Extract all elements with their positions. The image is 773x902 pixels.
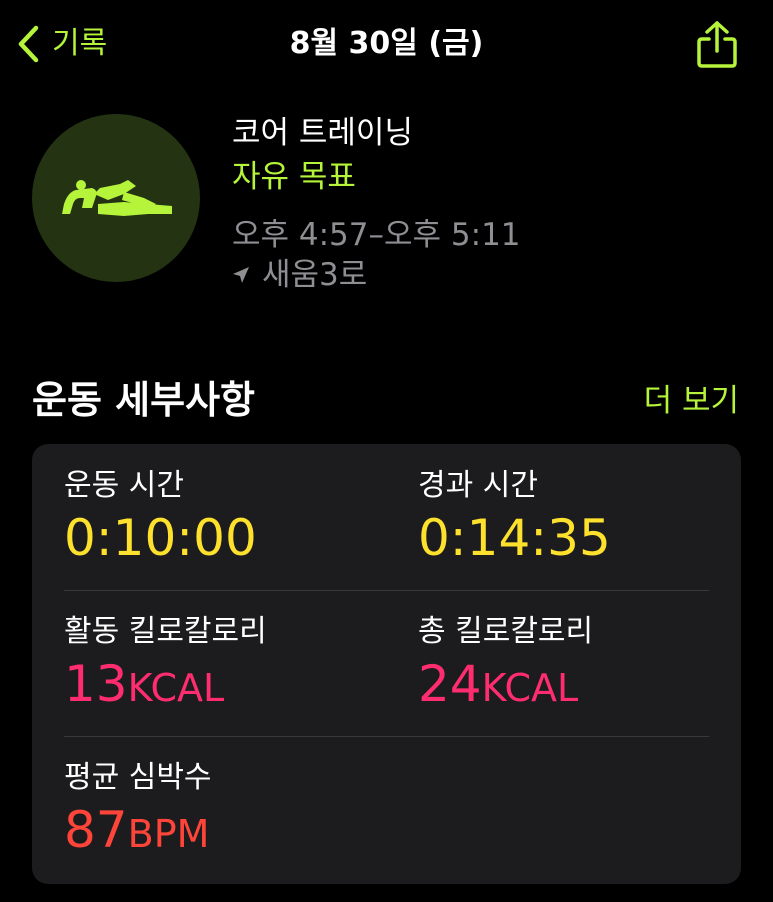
section-title: 운동 세부사항 bbox=[32, 378, 255, 422]
active-calories-metric: 활동 킬로칼로리 13KCAL bbox=[64, 610, 267, 718]
workout-goal: 자유 목표 bbox=[232, 159, 356, 195]
avg-heart-rate-label: 평균 심박수 bbox=[64, 760, 212, 795]
avg-heart-rate-metric: 평균 심박수 87BPM bbox=[64, 756, 212, 864]
active-calories-value-line: 13KCAL bbox=[64, 654, 267, 718]
active-calories-label: 활동 킬로칼로리 bbox=[64, 614, 267, 649]
avg-heart-rate-value-line: 87BPM bbox=[64, 800, 212, 864]
page-title: 8월 30일 (금) bbox=[289, 26, 484, 61]
share-icon bbox=[697, 21, 737, 68]
elapsed-time-value: 0:14:35 bbox=[418, 509, 611, 567]
active-calories-value: 13 bbox=[64, 655, 128, 713]
elapsed-time-metric: 경과 시간 0:14:35 bbox=[418, 464, 611, 568]
location-arrow-icon bbox=[233, 267, 249, 283]
location-label: 새움3로 bbox=[262, 257, 368, 293]
share-button[interactable] bbox=[694, 20, 740, 70]
workout-location: 새움3로 bbox=[232, 252, 367, 298]
workout-time-metric: 운동 시간 0:10:00 bbox=[64, 464, 257, 568]
navigation-bar: 기록 8월 30일 (금) bbox=[0, 0, 773, 90]
see-more-link[interactable]: 더 보기 bbox=[644, 378, 739, 424]
workout-time-label: 운동 시간 bbox=[64, 468, 184, 503]
workout-time-value: 0:10:00 bbox=[64, 509, 257, 567]
divider bbox=[64, 736, 709, 737]
active-calories-unit: KCAL bbox=[127, 666, 225, 710]
workout-details-card: 운동 시간 0:10:00 경과 시간 0:14:35 활동 킬로칼로리 13K… bbox=[32, 444, 741, 884]
workout-name: 코어 트레이닝 bbox=[232, 115, 413, 151]
divider bbox=[64, 590, 709, 591]
total-calories-label: 총 킬로칼로리 bbox=[418, 614, 594, 649]
total-calories-unit: KCAL bbox=[481, 666, 579, 710]
avg-heart-rate-unit: BPM bbox=[127, 812, 210, 856]
elapsed-time-label: 경과 시간 bbox=[418, 468, 538, 503]
workout-type-badge bbox=[32, 114, 200, 282]
total-calories-metric: 총 킬로칼로리 24KCAL bbox=[418, 610, 593, 718]
avg-heart-rate-value: 87 bbox=[64, 801, 128, 859]
total-calories-value-line: 24KCAL bbox=[418, 654, 593, 718]
core-training-icon bbox=[62, 180, 172, 216]
total-calories-value: 24 bbox=[418, 655, 482, 713]
